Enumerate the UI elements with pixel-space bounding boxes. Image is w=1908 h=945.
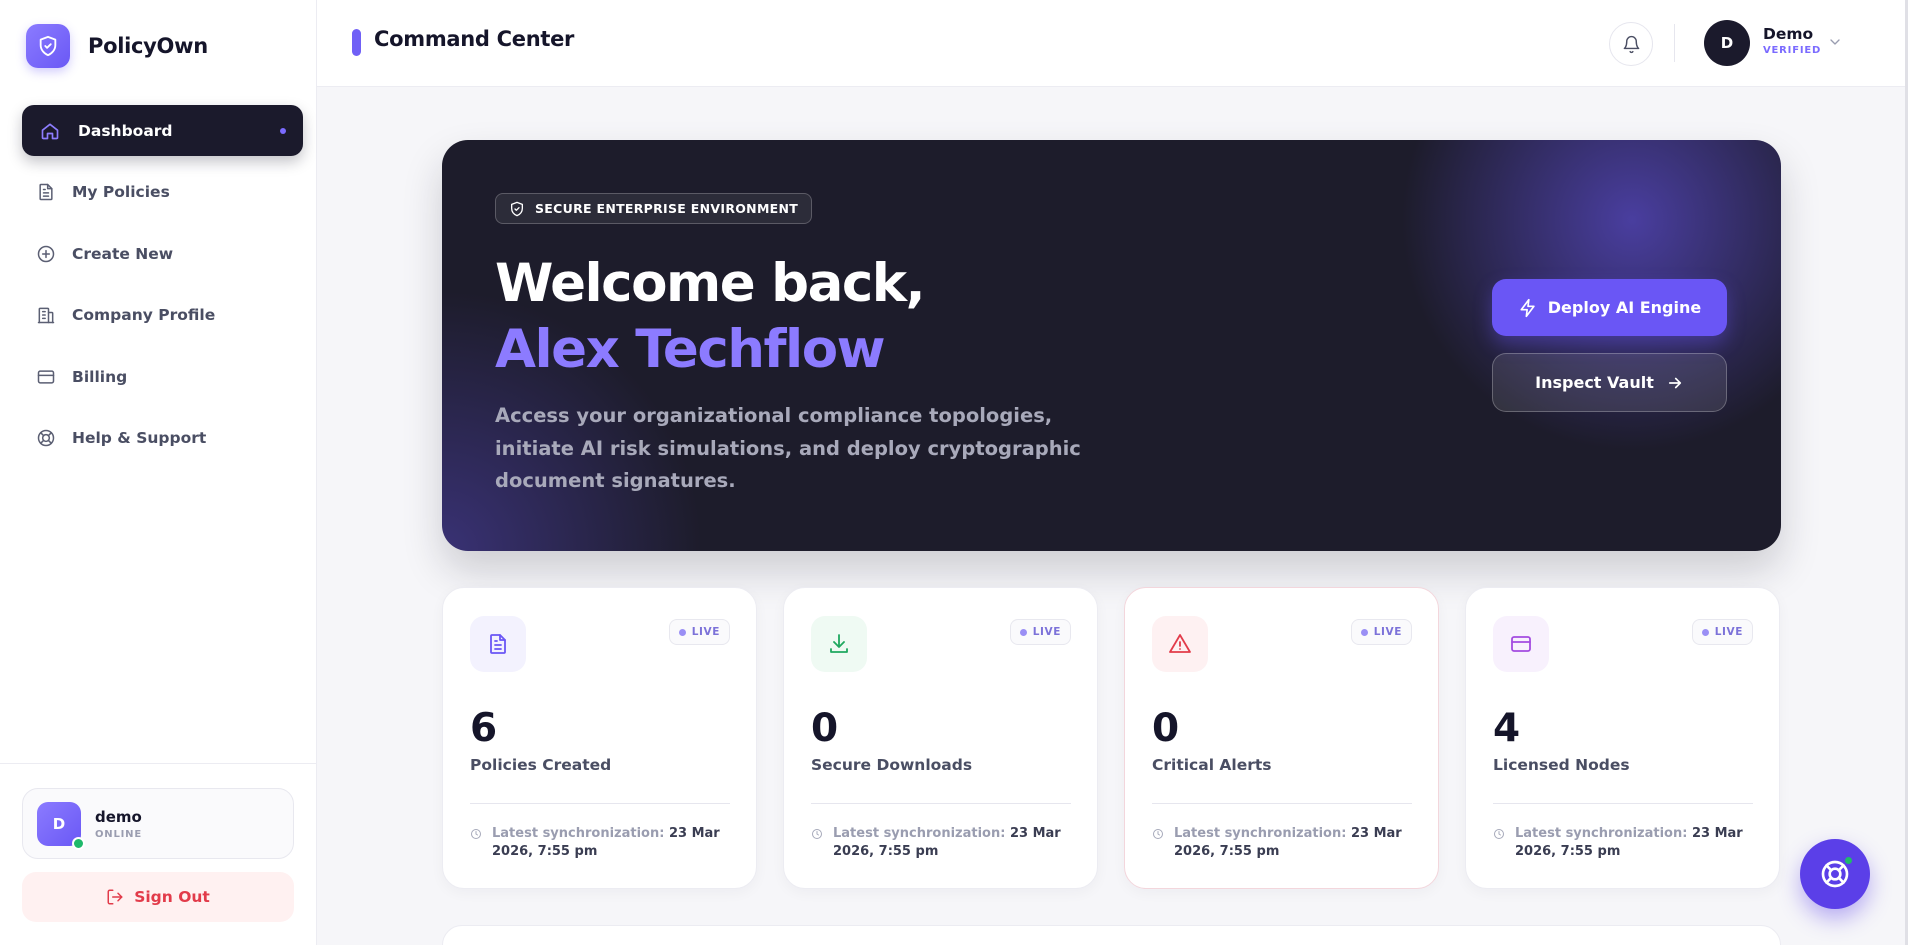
brand-name: PolicyOwn xyxy=(88,34,208,58)
header-avatar[interactable]: D xyxy=(1704,20,1750,66)
sync-info: Latest synchronization: 23 Mar 2026, 7:5… xyxy=(470,825,735,861)
arrow-right-icon xyxy=(1666,374,1684,392)
inspect-vault-button[interactable]: Inspect Vault xyxy=(1492,353,1727,412)
sidebar: PolicyOwn Dashboard My Policies Create N… xyxy=(0,0,317,945)
header-user-info[interactable]: Demo VERIFIED xyxy=(1763,25,1821,56)
sign-out-label: Sign Out xyxy=(134,888,210,906)
stat-label: Licensed Nodes xyxy=(1493,756,1630,774)
warning-icon xyxy=(1152,616,1208,672)
stat-label: Policies Created xyxy=(470,756,612,774)
sidebar-item-company-profile[interactable]: Company Profile xyxy=(22,290,303,341)
sidebar-item-my-policies[interactable]: My Policies xyxy=(22,167,303,218)
card-divider xyxy=(470,803,730,804)
welcome-user-name: Alex Techflow xyxy=(495,319,886,380)
welcome-heading: Welcome back, xyxy=(495,253,926,314)
title-accent-bar xyxy=(352,29,361,56)
logout-icon xyxy=(106,888,124,906)
next-section-card xyxy=(442,925,1781,945)
shield-logo-icon xyxy=(26,24,70,68)
badge-label: SECURE ENTERPRISE ENVIRONMENT xyxy=(535,201,799,216)
user-status: ONLINE xyxy=(95,828,142,840)
live-badge: LIVE xyxy=(668,619,730,645)
credit-card-icon xyxy=(34,365,58,389)
online-status-dot xyxy=(72,836,85,850)
shield-check-icon xyxy=(509,201,525,217)
sidebar-nav: Dashboard My Policies Create New Company… xyxy=(22,105,303,474)
verified-badge: VERIFIED xyxy=(1763,45,1822,56)
user-name: demo xyxy=(95,807,142,826)
lifebuoy-icon xyxy=(34,426,58,450)
document-icon xyxy=(34,180,58,204)
sidebar-item-label: Create New xyxy=(72,244,174,263)
stat-card-licensed-nodes[interactable]: LIVE 4 Licensed Nodes Latest synchroniza… xyxy=(1465,587,1780,889)
stat-card-secure-downloads[interactable]: LIVE 0 Secure Downloads Latest synchroni… xyxy=(783,587,1098,889)
card-divider xyxy=(1493,803,1753,804)
clock-icon xyxy=(470,828,482,861)
sidebar-item-label: My Policies xyxy=(72,183,170,201)
avatar-initial: D xyxy=(1720,34,1734,52)
avatar-initial: D xyxy=(52,814,66,833)
building-icon xyxy=(34,303,58,327)
sidebar-item-label: Billing xyxy=(72,367,128,386)
sidebar-item-help-support[interactable]: Help & Support xyxy=(22,413,303,464)
stat-card-critical-alerts[interactable]: LIVE 0 Critical Alerts Latest synchroniz… xyxy=(1124,587,1439,889)
clock-icon xyxy=(1152,828,1164,861)
sidebar-item-label: Dashboard xyxy=(78,121,173,140)
stat-value: 0 xyxy=(811,706,839,751)
sidebar-footer: D demo ONLINE Sign Out xyxy=(0,763,316,922)
clock-icon xyxy=(1493,828,1505,861)
home-icon xyxy=(38,119,62,143)
sidebar-item-label: Company Profile xyxy=(72,306,216,324)
notifications-button[interactable] xyxy=(1609,22,1653,66)
stat-value: 4 xyxy=(1493,706,1521,751)
support-chat-button[interactable] xyxy=(1800,839,1870,909)
sidebar-item-billing[interactable]: Billing xyxy=(22,351,303,402)
stat-value: 6 xyxy=(470,706,498,751)
stat-label: Critical Alerts xyxy=(1152,756,1272,774)
document-icon xyxy=(470,616,526,672)
chevron-down-icon[interactable] xyxy=(1827,34,1843,54)
top-header: Command Center D Demo VERIFIED xyxy=(317,0,1908,87)
sync-info: Latest synchronization: 23 Mar 2026, 7:5… xyxy=(1152,825,1417,861)
card-divider xyxy=(1152,803,1412,804)
sync-info: Latest synchronization: 23 Mar 2026, 7:5… xyxy=(811,825,1076,861)
header-user-name: Demo xyxy=(1763,25,1814,43)
stat-value: 0 xyxy=(1152,706,1180,751)
welcome-description: Access your organizational compliance to… xyxy=(495,404,1081,492)
status-dot xyxy=(1843,855,1854,866)
secure-environment-badge: SECURE ENTERPRISE ENVIRONMENT xyxy=(495,193,813,224)
download-icon xyxy=(811,616,867,672)
page-title: Command Center xyxy=(374,27,575,51)
button-label: Inspect Vault xyxy=(1535,373,1654,392)
active-indicator-dot xyxy=(280,128,286,134)
avatar: D xyxy=(37,801,85,850)
live-badge: LIVE xyxy=(1691,619,1753,645)
credit-card-icon xyxy=(1493,616,1549,672)
deploy-ai-engine-button[interactable]: Deploy AI Engine xyxy=(1492,279,1727,336)
lightning-icon xyxy=(1518,298,1538,318)
clock-icon xyxy=(811,828,823,861)
sign-out-button[interactable]: Sign Out xyxy=(22,872,294,922)
header-divider xyxy=(1674,24,1675,62)
plus-circle-icon xyxy=(34,242,58,266)
sidebar-item-create-new[interactable]: Create New xyxy=(22,228,303,279)
stat-label: Secure Downloads xyxy=(811,756,973,774)
stat-card-policies-created[interactable]: LIVE 6 Policies Created Latest synchroni… xyxy=(442,587,757,889)
sync-info: Latest synchronization: 23 Mar 2026, 7:5… xyxy=(1493,825,1758,861)
live-badge: LIVE xyxy=(1350,619,1412,645)
brand[interactable]: PolicyOwn xyxy=(26,24,208,68)
bell-icon xyxy=(1622,35,1641,54)
sidebar-user-card[interactable]: D demo ONLINE xyxy=(22,788,294,859)
live-badge: LIVE xyxy=(1009,619,1071,645)
sidebar-item-dashboard[interactable]: Dashboard xyxy=(22,105,303,156)
sidebar-item-label: Help & Support xyxy=(72,429,207,447)
welcome-hero: SECURE ENTERPRISE ENVIRONMENT Welcome ba… xyxy=(442,140,1781,551)
button-label: Deploy AI Engine xyxy=(1547,298,1702,317)
card-divider xyxy=(811,803,1071,804)
